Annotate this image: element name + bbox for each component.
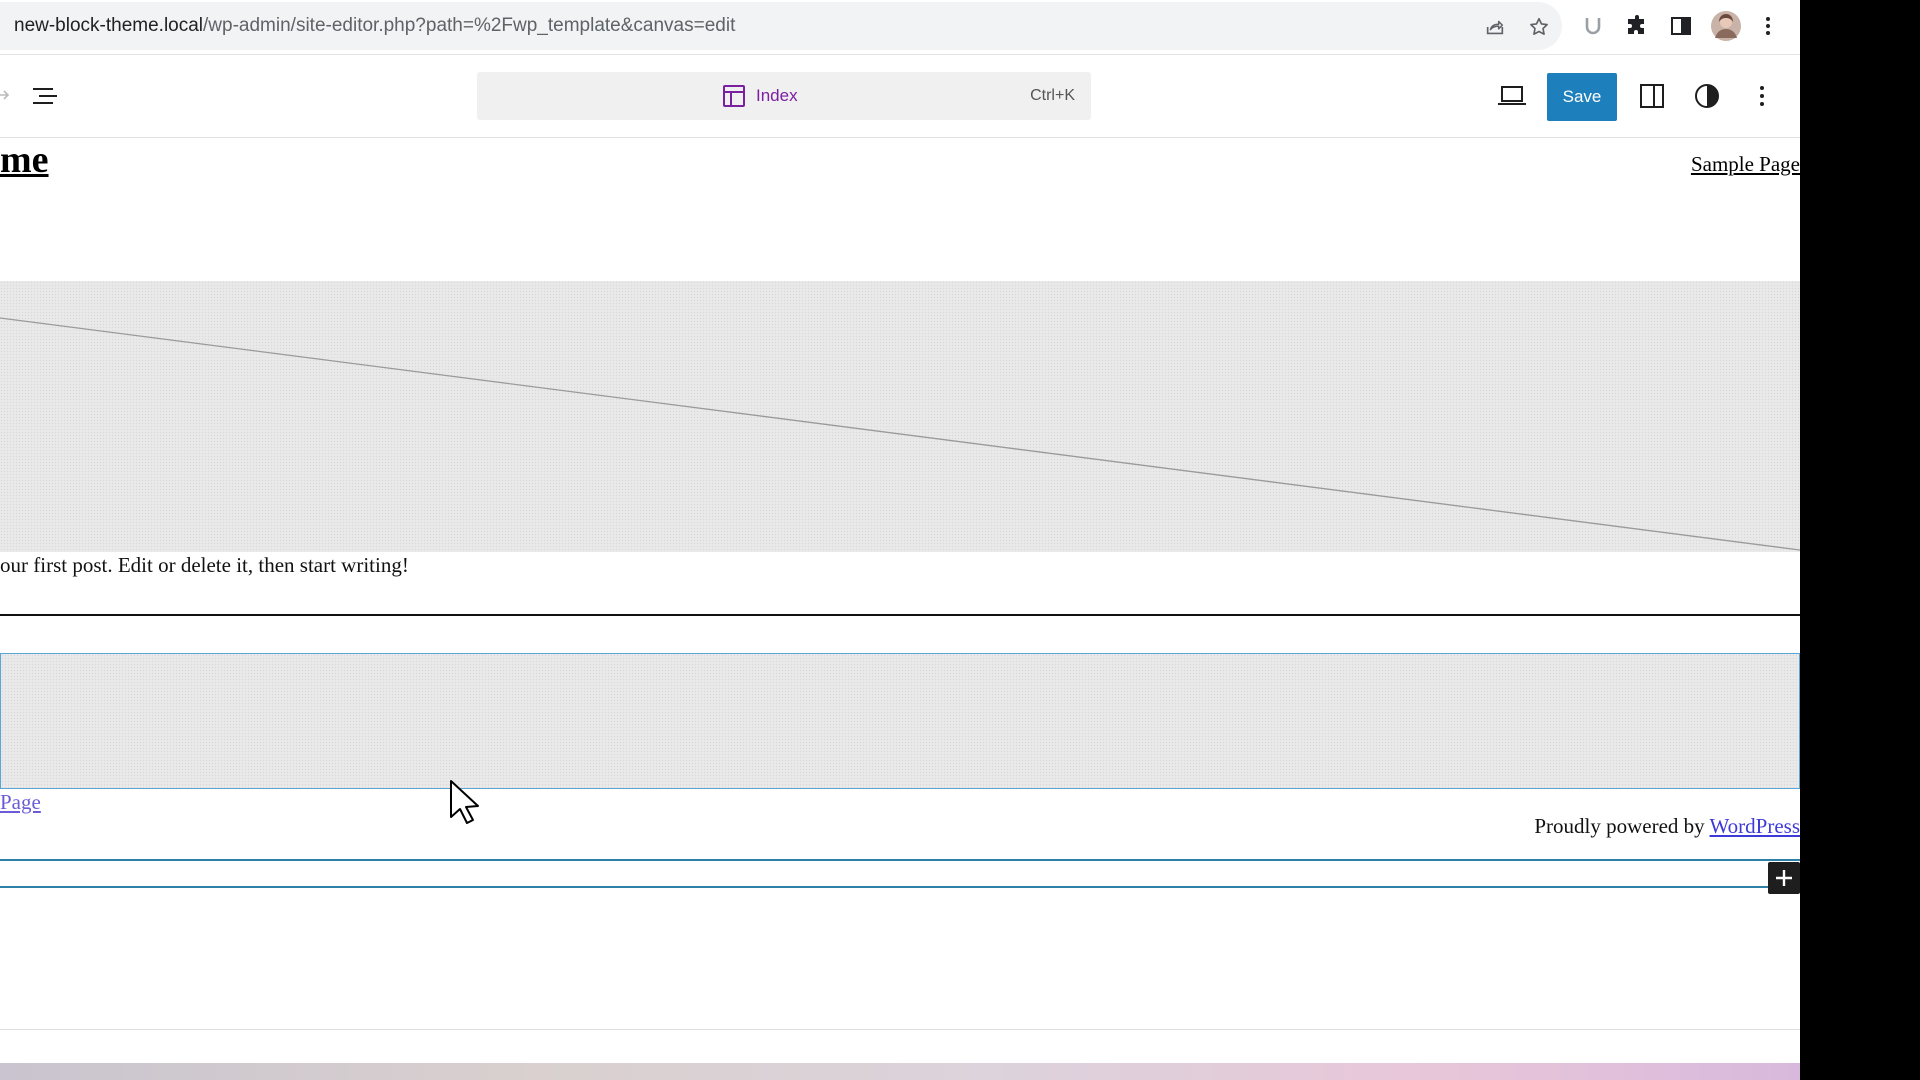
device-preview-icon[interactable] xyxy=(1497,81,1527,111)
mouse-pointer-icon xyxy=(450,780,479,824)
browser-menu-icon[interactable] xyxy=(1756,14,1780,38)
extensions-puzzle-icon[interactable] xyxy=(1625,14,1649,38)
wordpress-link[interactable]: WordPress xyxy=(1710,814,1800,838)
address-bar[interactable]: new-block-theme.local/wp-admin/site-edit… xyxy=(0,2,1562,50)
url-path: /wp-admin/site-editor.php?path=%2Fwp_tem… xyxy=(203,15,736,36)
browser-window: new-block-theme.local/wp-admin/site-edit… xyxy=(0,0,1800,1080)
canvas-bottom-border xyxy=(0,1029,1800,1030)
site-title[interactable]: me xyxy=(0,138,49,182)
side-panel-icon[interactable] xyxy=(1669,14,1693,38)
footer-credit-text: Proudly powered by xyxy=(1534,814,1705,838)
extension-u-icon[interactable] xyxy=(1581,14,1605,38)
navigation-link[interactable]: Sample Page xyxy=(1691,152,1800,177)
separator-block[interactable] xyxy=(0,614,1800,616)
footer-credit: Proudly powered by WordPress xyxy=(1534,814,1800,839)
share-icon[interactable] xyxy=(1484,16,1506,38)
command-palette-bar[interactable]: Index Ctrl+K xyxy=(477,72,1091,120)
settings-sidebar-icon[interactable] xyxy=(1637,81,1667,111)
template-icon xyxy=(723,85,745,107)
featured-image-placeholder[interactable] xyxy=(0,281,1800,552)
desktop-taskbar-strip xyxy=(0,1063,1800,1080)
block-inserter-button[interactable] xyxy=(1768,862,1800,894)
save-button[interactable]: Save xyxy=(1547,73,1617,121)
editor-canvas[interactable]: me Sample Page our first post. Edit or d… xyxy=(0,138,1800,1030)
plus-icon xyxy=(1776,870,1792,886)
editor-header: Index Ctrl+K Save xyxy=(0,55,1800,138)
keyboard-shortcut: Ctrl+K xyxy=(1030,87,1075,104)
selected-placeholder-block[interactable] xyxy=(0,653,1800,789)
footer-group-bottom-border xyxy=(0,886,1800,888)
redo-arrow-icon[interactable] xyxy=(0,85,10,105)
styles-contrast-icon[interactable] xyxy=(1692,81,1722,111)
bookmark-star-icon[interactable] xyxy=(1528,16,1550,38)
post-excerpt[interactable]: our first post. Edit or delete it, then … xyxy=(0,553,409,578)
browser-toolbar: new-block-theme.local/wp-admin/site-edit… xyxy=(0,0,1800,55)
footer-group-top-border xyxy=(0,859,1800,861)
placeholder-diagonal-line xyxy=(0,317,1800,551)
page-link[interactable]: Page xyxy=(0,790,41,815)
url-host: new-block-theme.local xyxy=(14,15,204,36)
options-menu-icon[interactable] xyxy=(1747,81,1777,111)
profile-avatar[interactable] xyxy=(1710,10,1742,42)
list-view-icon[interactable] xyxy=(30,81,60,111)
template-title: Index xyxy=(756,86,798,105)
url-text: new-block-theme.local/wp-admin/site-edit… xyxy=(14,15,735,37)
